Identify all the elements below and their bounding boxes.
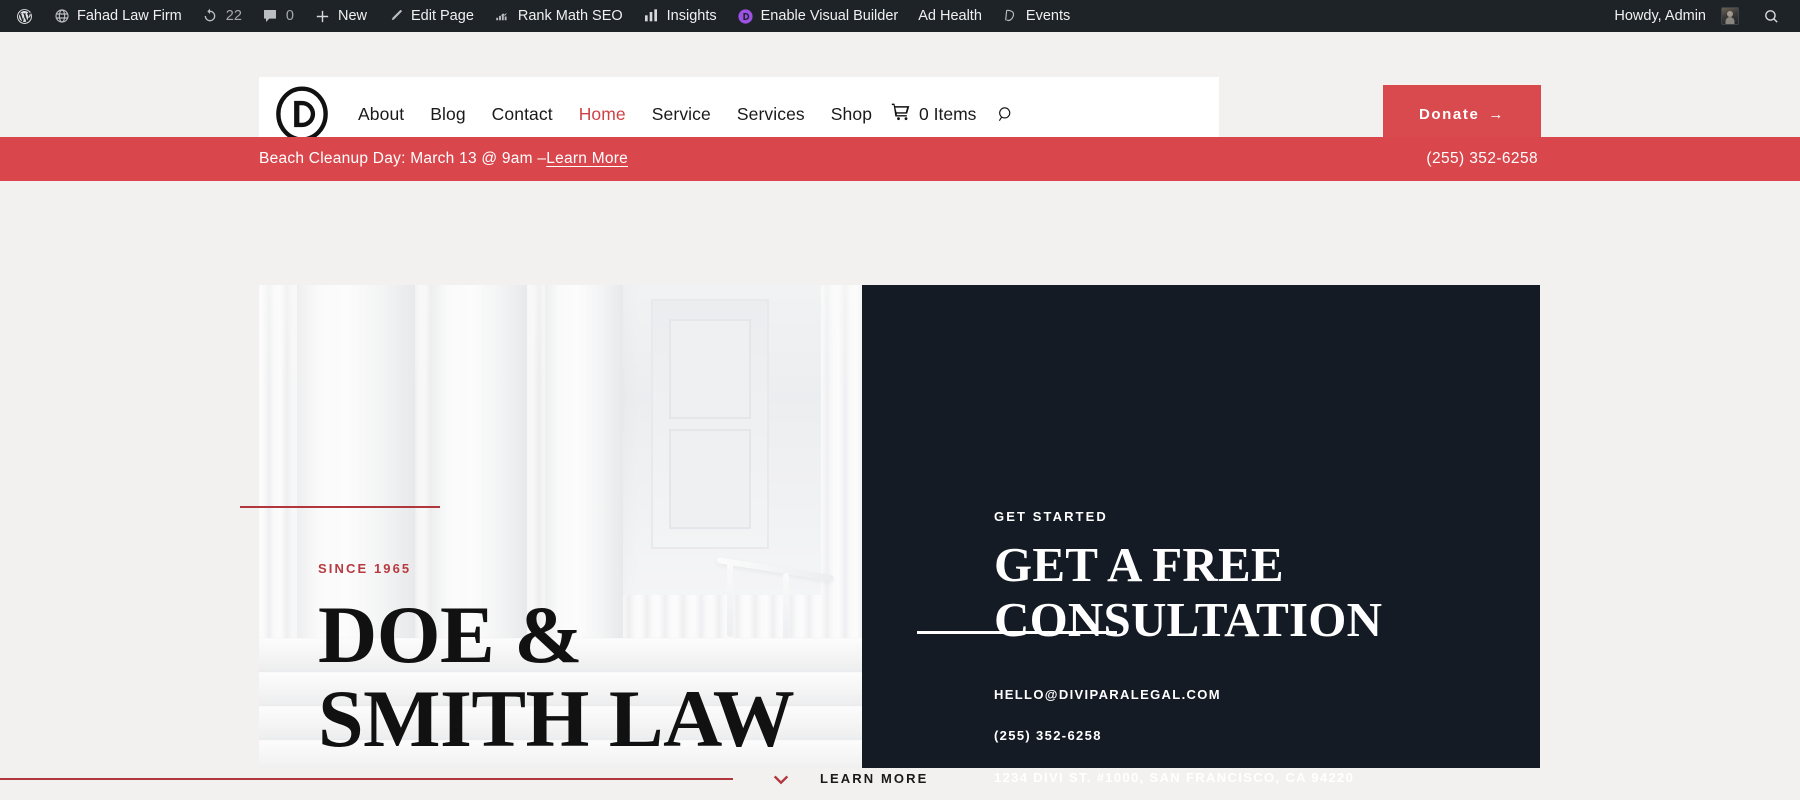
admin-bar-search-button[interactable] (1749, 8, 1792, 25)
hero-section: SINCE 1965 DOE & SMITH LAW GET STARTED G… (0, 181, 1800, 800)
nav-item-blog[interactable]: Blog (417, 104, 478, 125)
admin-bar-site-name-label: Fahad Law Firm (77, 8, 182, 24)
nav-item-services[interactable]: Services (724, 104, 818, 125)
admin-bar-comments-count: 0 (285, 8, 294, 24)
admin-bar-item-new[interactable]: New (304, 0, 377, 32)
divi-circle-d-logo-icon (276, 86, 328, 142)
admin-bar-new-label: New (337, 8, 367, 24)
shopping-cart-icon (891, 102, 911, 127)
admin-bar-right-group: Howdy, Admin (1604, 0, 1800, 32)
divi-icon (737, 8, 754, 25)
donate-button-label: Donate (1418, 105, 1480, 123)
nav-item-shop[interactable]: Shop (818, 104, 885, 125)
admin-bar-updates-count: 22 (225, 8, 242, 24)
site-canvas: About Blog Contact Home Service Services… (0, 32, 1800, 800)
hero-accent-rule (240, 506, 440, 508)
announcement-bar: Beach Cleanup Day: March 13 @ 9am – Lear… (0, 137, 1800, 181)
admin-bar-howdy-label: Howdy, Admin (1614, 8, 1706, 24)
scroll-prompt-rule (0, 778, 733, 780)
wp-admin-bar: Fahad Law Firm 22 0 New Edit Page Rank M… (0, 0, 1800, 32)
admin-bar-ad-health-label: Ad Health (918, 8, 982, 24)
page-title: DOE & SMITH LAW (318, 589, 795, 764)
admin-bar-item-rank-math-seo[interactable]: Rank Math SEO (484, 0, 633, 32)
comments-icon (262, 8, 279, 25)
admin-bar-visual-builder-label: Enable Visual Builder (760, 8, 899, 24)
consultation-divider (917, 631, 1117, 634)
site-logo[interactable] (259, 86, 345, 142)
announcement-phone[interactable]: (255) 352-6258 (1426, 150, 1538, 168)
cart-item-count: 0 Items (919, 103, 977, 124)
admin-bar-item-enable-visual-builder[interactable]: Enable Visual Builder (727, 0, 909, 32)
admin-bar-item-wordpress[interactable] (6, 0, 43, 32)
events-icon (1002, 8, 1019, 25)
search-icon (999, 106, 1011, 121)
scroll-prompt-label[interactable]: LEARN MORE (820, 771, 928, 786)
chevron-down-icon[interactable] (770, 769, 792, 796)
admin-bar-item-site-name[interactable]: Fahad Law Firm (43, 0, 192, 32)
plus-icon (314, 8, 331, 25)
avatar (1721, 7, 1739, 25)
admin-bar-item-events[interactable]: Events (992, 0, 1080, 32)
consultation-email[interactable]: HELLO@DIVIPARALEGAL.COM (994, 687, 1221, 702)
admin-bar-left-group: Fahad Law Firm 22 0 New Edit Page Rank M… (6, 0, 1080, 32)
admin-bar-edit-page-label: Edit Page (411, 8, 474, 24)
search-icon (1763, 8, 1780, 25)
cart-link[interactable]: 0 Items (885, 102, 976, 127)
announcement-text: Beach Cleanup Day: March 13 @ 9am – Lear… (259, 150, 628, 168)
main-navigation: About Blog Contact Home Service Services… (345, 102, 1029, 127)
admin-bar-events-label: Events (1025, 8, 1071, 24)
rankmath-icon (494, 8, 511, 25)
pencil-icon (387, 8, 404, 25)
header-search-button[interactable] (976, 105, 1029, 124)
arrow-right-icon: → (1488, 105, 1506, 123)
scroll-prompt: LEARN MORE (0, 760, 1800, 800)
admin-bar-insights-label: Insights (666, 8, 717, 24)
announcement-learn-more-link[interactable]: Learn More (546, 150, 628, 168)
nav-item-about[interactable]: About (345, 104, 417, 125)
consultation-phone[interactable]: (255) 352-6258 (994, 728, 1102, 743)
admin-bar-item-edit-page[interactable]: Edit Page (377, 0, 484, 32)
admin-bar-item-insights[interactable]: Insights (633, 0, 727, 32)
bar-chart-icon (643, 8, 660, 25)
admin-bar-item-comments[interactable]: 0 (252, 0, 304, 32)
updates-icon (202, 8, 219, 25)
nav-item-home[interactable]: Home (566, 104, 639, 125)
wordpress-icon (16, 8, 33, 25)
site-icon (53, 8, 70, 25)
nav-item-service[interactable]: Service (639, 104, 724, 125)
admin-bar-rank-math-label: Rank Math SEO (517, 8, 623, 24)
consultation-eyebrow: GET STARTED (994, 509, 1108, 524)
announcement-message: Beach Cleanup Day: March 13 @ 9am – (259, 150, 547, 167)
nav-item-contact[interactable]: Contact (479, 104, 566, 125)
site-header: About Blog Contact Home Service Services… (0, 32, 1800, 151)
admin-bar-my-account[interactable]: Howdy, Admin (1604, 0, 1749, 32)
admin-bar-item-ad-health[interactable]: Ad Health (908, 0, 992, 32)
consultation-panel-content: GET STARTED GET A FREE CONSULTATION HELL… (917, 285, 1540, 785)
donate-button[interactable]: Donate → (1383, 85, 1541, 143)
hero-eyebrow: SINCE 1965 (318, 561, 412, 576)
admin-bar-item-updates[interactable]: 22 (192, 0, 252, 32)
